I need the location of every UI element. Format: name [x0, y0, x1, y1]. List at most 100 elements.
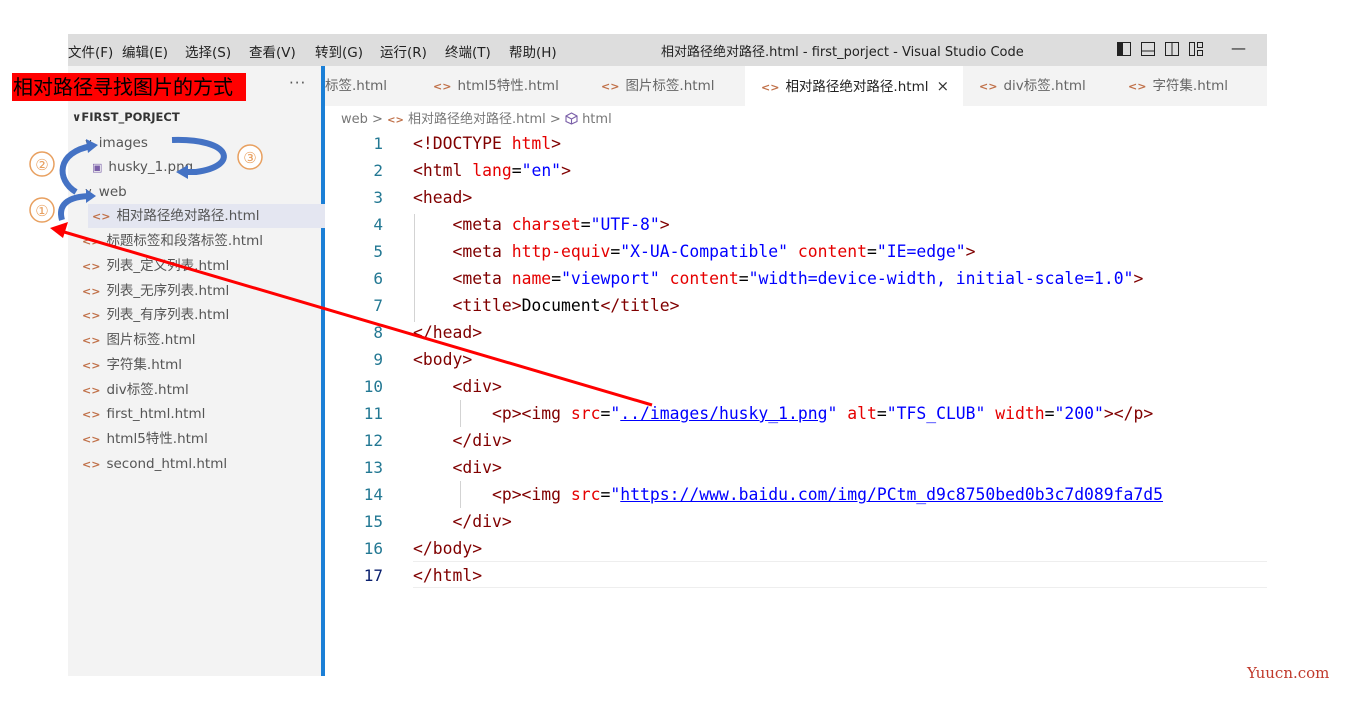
- code-token: content: [797, 242, 867, 261]
- menu-terminal[interactable]: 终端(T): [445, 41, 491, 61]
- code-editor[interactable]: <!DOCTYPE html> <html lang="en"> <head> <m…: [405, 128, 1267, 608]
- tree-file[interactable]: <> div标签.html: [82, 378, 189, 402]
- project-title[interactable]: ∨FIRST_PORJECT: [72, 110, 180, 124]
- code-token: "IE=edge": [876, 242, 966, 261]
- toggle-primary-sidebar-icon[interactable]: [1117, 42, 1131, 56]
- tree-folder-images[interactable]: ∨ images: [84, 131, 148, 155]
- html-file-icon: <>: [82, 235, 101, 248]
- marker-1: [29, 197, 55, 223]
- tree-file[interactable]: <> 标题标签和段落标签.html: [82, 229, 263, 253]
- code-token: <div>: [452, 458, 502, 477]
- code-token: </title>: [600, 296, 680, 315]
- line-number: 7: [373, 296, 383, 315]
- line-number: 16: [363, 539, 383, 558]
- code-token: <meta: [452, 242, 512, 261]
- code-line[interactable]: <title>Document</title>: [413, 292, 679, 319]
- tree-item-label: 列表_定义列表.html: [106, 258, 230, 274]
- tab-label: div标签.html: [1003, 78, 1086, 94]
- tree-file[interactable]: <> html5特性.html: [82, 427, 208, 451]
- code-token: =: [551, 269, 562, 288]
- menu-selection[interactable]: 选择(S): [185, 41, 231, 61]
- tree-item-label: 列表_无序列表.html: [106, 283, 230, 299]
- menu-edit[interactable]: 编辑(E): [122, 41, 168, 61]
- code-line[interactable]: <html lang="en">: [413, 157, 571, 184]
- tree-file-active[interactable]: <> 相对路径绝对路径.html: [88, 204, 325, 228]
- code-token: name: [511, 269, 552, 288]
- tree-item-label: html5特性.html: [106, 431, 208, 447]
- tab-biaoqian[interactable]: 标签.html: [325, 66, 425, 106]
- code-link[interactable]: https://www.baidu.com/img/PCtm_d9c8750be…: [620, 485, 1163, 504]
- menu-run[interactable]: 运行(R): [380, 41, 427, 61]
- code-token: <body>: [413, 350, 473, 369]
- menu-go[interactable]: 转到(G): [315, 41, 363, 61]
- customize-layout-icon[interactable]: [1189, 42, 1203, 56]
- tree-file[interactable]: <> 列表_无序列表.html: [82, 279, 229, 303]
- code-line[interactable]: </body>: [413, 535, 482, 562]
- code-token: ></p>: [1103, 404, 1154, 423]
- tab-charset[interactable]: <> 字符集.html: [1128, 66, 1267, 106]
- tab-html5[interactable]: <> html5特性.html: [433, 66, 583, 106]
- menu-file[interactable]: 文件(F): [68, 41, 113, 61]
- breadcrumb-element[interactable]: html: [582, 112, 612, 127]
- tab-div[interactable]: <> div标签.html: [979, 66, 1119, 106]
- tree-file[interactable]: <> first_html.html: [82, 402, 205, 426]
- line-number: 11: [363, 404, 383, 423]
- code-token: <title>: [452, 296, 522, 315]
- toggle-panel-icon[interactable]: [1141, 42, 1155, 56]
- tab-active[interactable]: <> 相对路径绝对路径.html ×: [745, 66, 963, 106]
- tree-item-label: 字符集.html: [106, 357, 182, 373]
- code-token: content: [669, 269, 739, 288]
- code-line[interactable]: <meta name="viewport" content="width=dev…: [413, 265, 1143, 292]
- code-line[interactable]: <!DOCTYPE html>: [413, 130, 561, 157]
- code-line[interactable]: <head>: [413, 184, 472, 211]
- code-line[interactable]: <div>: [413, 454, 502, 481]
- tree-file[interactable]: <> 字符集.html: [82, 353, 182, 377]
- sidebar-sash[interactable]: [321, 66, 325, 676]
- tree-file[interactable]: <> second_html.html: [82, 452, 227, 476]
- tree-file[interactable]: <> 图片标签.html: [82, 328, 195, 352]
- tree-folder-web[interactable]: ∨ web: [84, 180, 127, 204]
- code-token: width: [995, 404, 1045, 423]
- code-line[interactable]: <meta charset="UTF-8">: [413, 211, 669, 238]
- tab-image-tag[interactable]: <> 图片标签.html: [601, 66, 751, 106]
- tree-item-label: 相对路径绝对路径.html: [116, 208, 260, 224]
- code-line[interactable]: <body>: [413, 346, 472, 373]
- breadcrumb: web > <> 相对路径绝对路径.html > html: [341, 108, 612, 127]
- tab-label: 标签.html: [325, 78, 388, 94]
- code-line[interactable]: <meta http-equiv="X-UA-Compatible" conte…: [413, 238, 975, 265]
- code-line[interactable]: <div>: [413, 373, 501, 400]
- chevron-down-icon: ∨: [84, 185, 93, 199]
- toggle-secondary-sidebar-icon[interactable]: [1165, 42, 1179, 56]
- code-line[interactable]: </div>: [413, 427, 511, 454]
- explorer-more-icon[interactable]: ···: [289, 74, 306, 92]
- menu-view[interactable]: 查看(V): [249, 41, 296, 61]
- code-line[interactable]: </html>: [413, 562, 482, 589]
- code-line[interactable]: </div>: [413, 508, 511, 535]
- code-line[interactable]: <p><img src="https://www.baidu.com/img/P…: [413, 481, 1163, 508]
- tree-file[interactable]: <> 列表_有序列表.html: [82, 303, 229, 327]
- minimize-button[interactable]: —: [1231, 39, 1246, 57]
- breadcrumb-file[interactable]: 相对路径绝对路径.html: [408, 112, 546, 127]
- code-token: lang: [472, 161, 512, 180]
- code-token: <head>: [413, 188, 473, 207]
- tree-file[interactable]: <> 列表_定义列表.html: [82, 254, 229, 278]
- html-file-icon: <>: [82, 384, 101, 397]
- menu-help[interactable]: 帮助(H): [509, 41, 557, 61]
- close-icon[interactable]: ×: [936, 77, 949, 95]
- html-file-icon: <>: [82, 408, 101, 421]
- breadcrumb-separator: >: [372, 112, 383, 127]
- code-token: "TFS_CLUB": [886, 404, 986, 423]
- code-line[interactable]: </head>: [413, 319, 482, 346]
- tree-item-label: 列表_有序列表.html: [106, 307, 230, 323]
- tree-file-husky[interactable]: ▣ husky_1.png: [92, 155, 193, 179]
- watermark: Yuucn.com: [1247, 664, 1330, 682]
- breadcrumb-folder[interactable]: web: [341, 112, 368, 127]
- code-line[interactable]: <p><img src="../images/husky_1.png" alt=…: [413, 400, 1153, 427]
- code-link[interactable]: ../images/husky_1.png: [620, 404, 827, 423]
- line-number: 10: [363, 377, 383, 396]
